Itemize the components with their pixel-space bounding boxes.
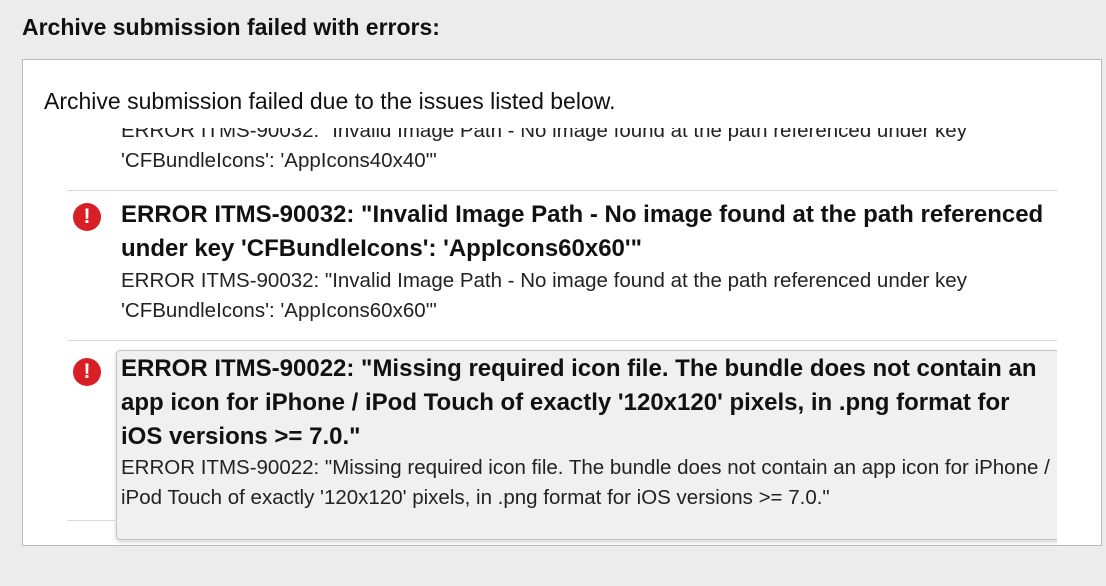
issue-detail: ERROR ITMS-90022: "Missing required icon…	[121, 456, 1050, 509]
issue-detail: ERROR ITMS-90032: "Invalid Image Path - …	[121, 128, 967, 172]
panel-message: Archive submission failed due to the iss…	[44, 88, 616, 114]
issue-heading: ERROR ITMS-90032: "Invalid Image Path - …	[121, 201, 1044, 262]
issue-item[interactable]: ERROR ITMS-90032: "Invalid Image Path - …	[67, 128, 1057, 180]
divider	[67, 520, 117, 521]
error-icon: !	[73, 203, 101, 231]
error-icon: !	[73, 358, 101, 386]
issue-item[interactable]: ! ERROR ITMS-90032: "Invalid Image Path …	[67, 198, 1057, 322]
issues-panel[interactable]: Archive submission failed due to the iss…	[22, 59, 1102, 546]
issue-list[interactable]: ERROR ITMS-90032: "Invalid Image Path - …	[67, 128, 1057, 545]
divider	[67, 190, 1057, 191]
sheet-title: Archive submission failed with errors:	[22, 14, 440, 40]
issue-item[interactable]: ! ERROR ITMS-90022: "Missing required ic…	[67, 352, 1057, 538]
divider	[67, 340, 1057, 341]
issue-heading: ERROR ITMS-90022: "Missing required icon…	[121, 355, 1037, 450]
issue-detail: ERROR ITMS-90032: "Invalid Image Path - …	[121, 269, 967, 322]
